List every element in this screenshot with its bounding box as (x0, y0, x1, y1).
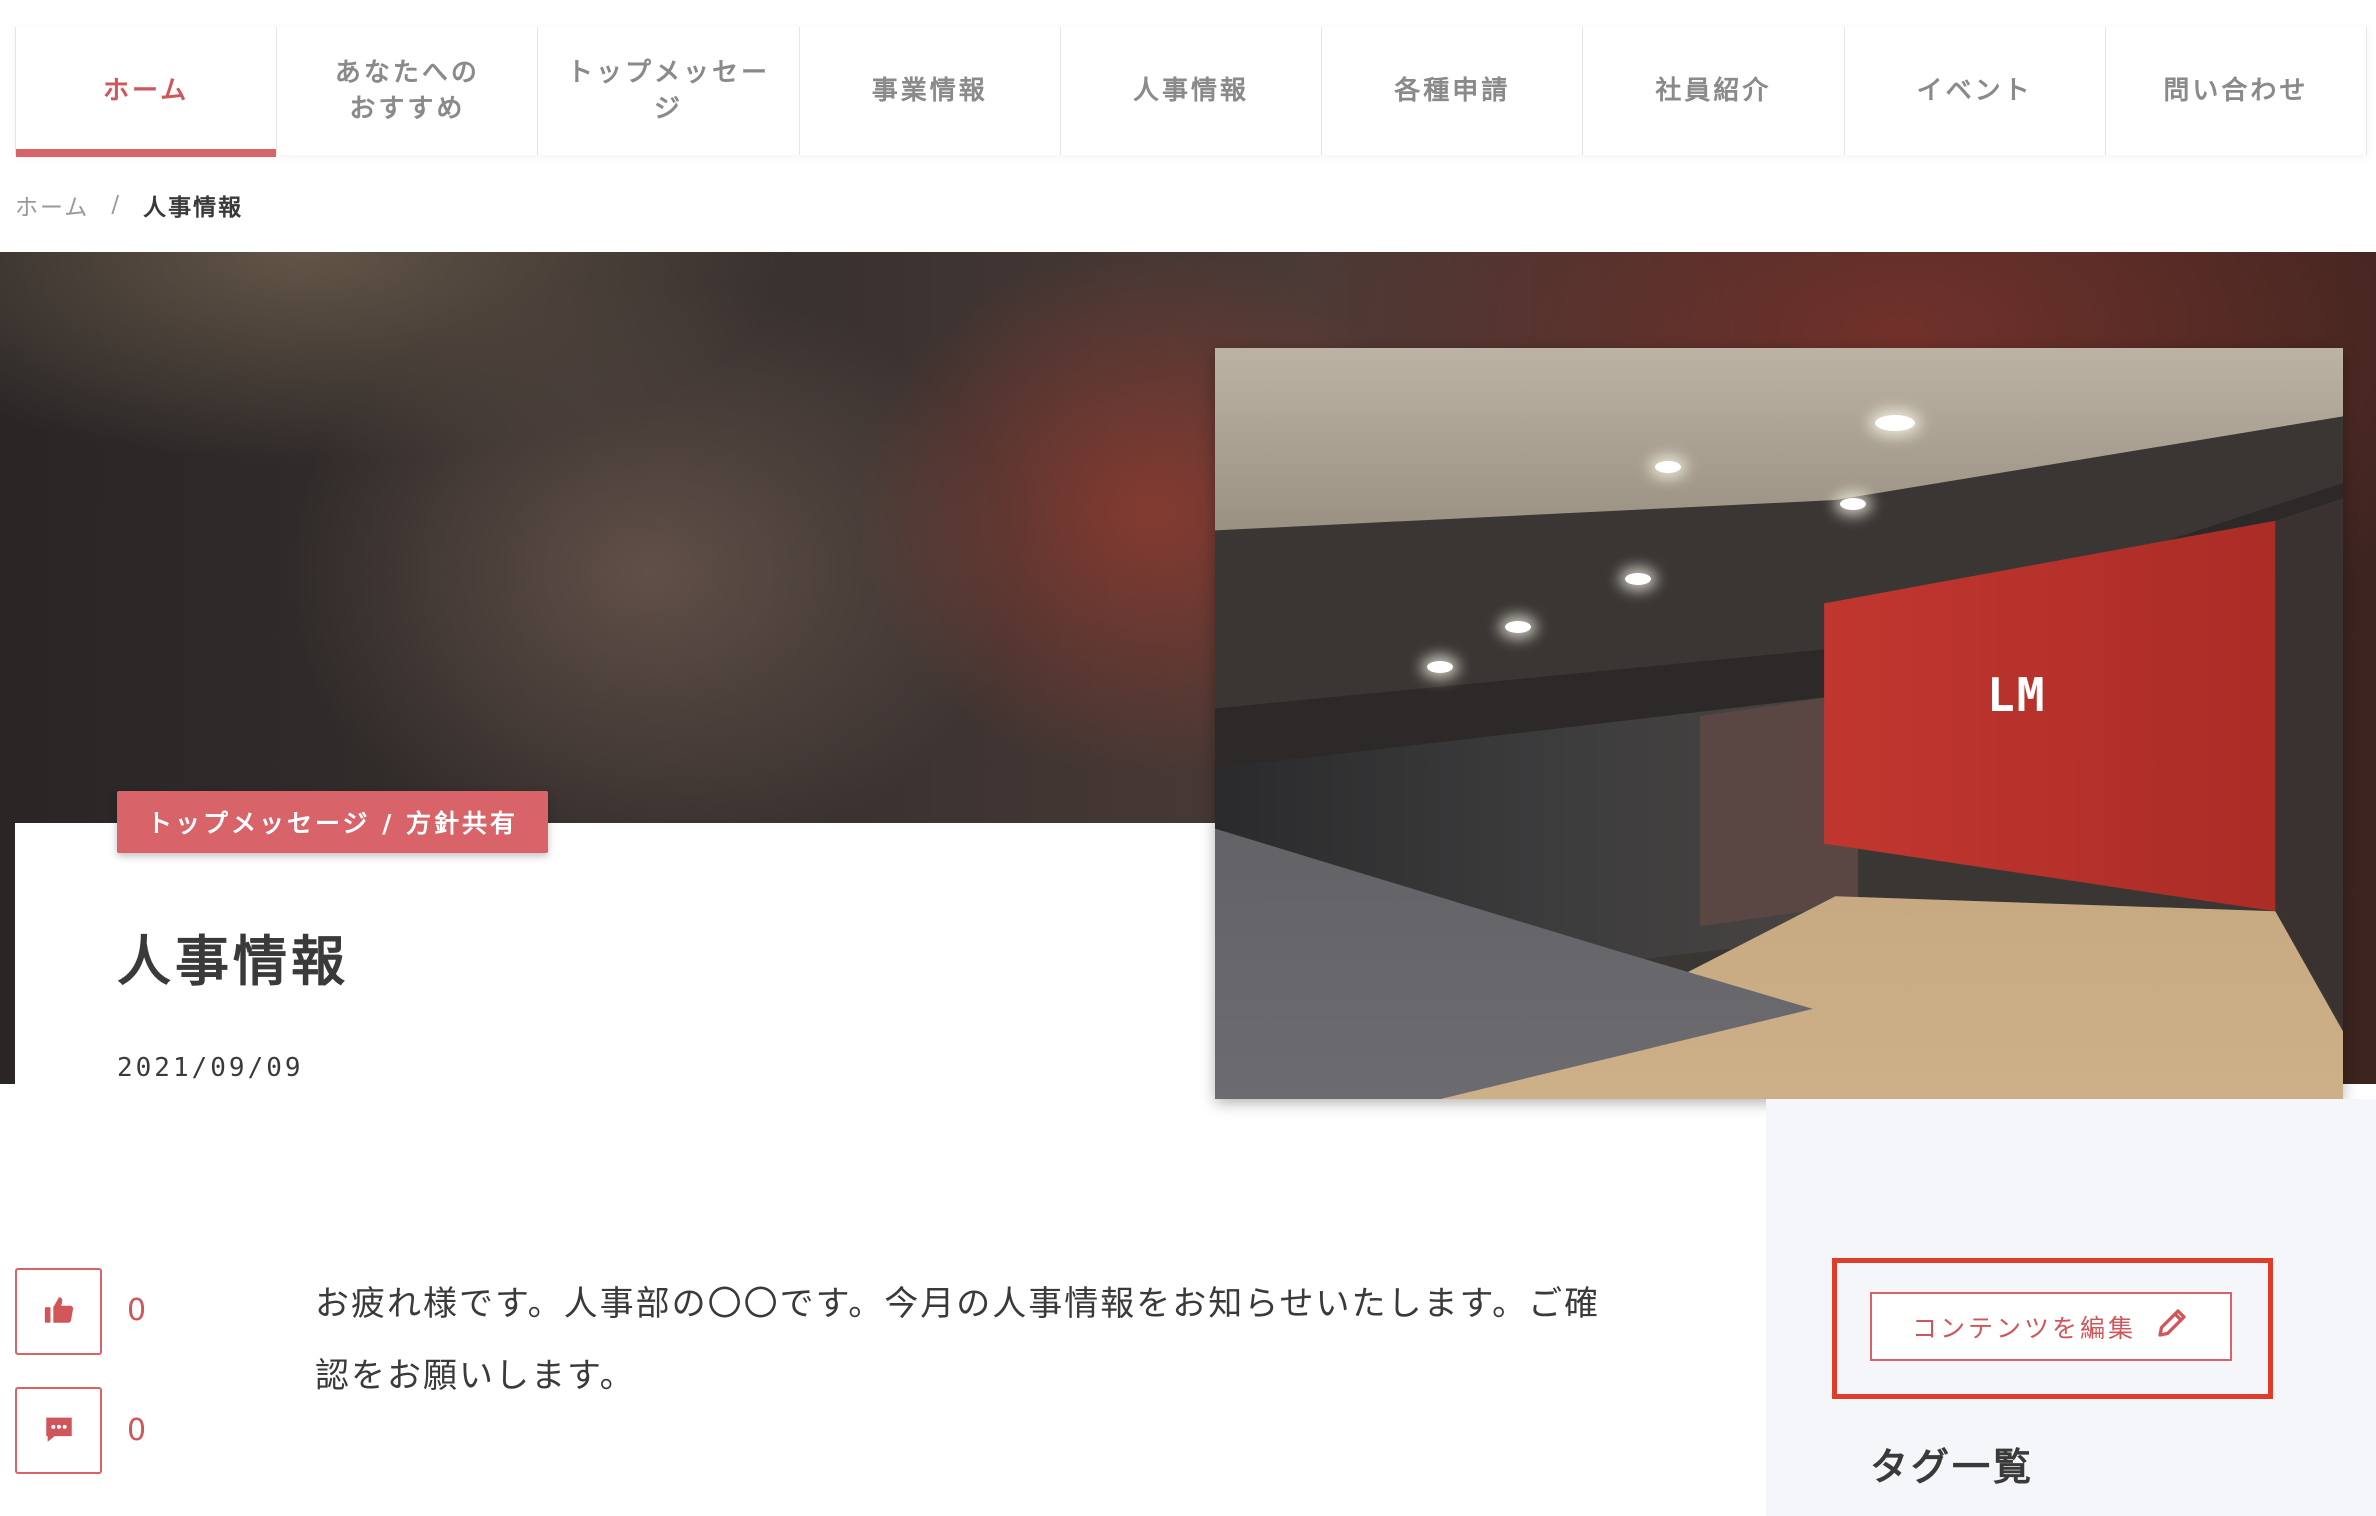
like-button[interactable] (15, 1268, 102, 1355)
article-body: お疲れ様です。人事部の〇〇です。今月の人事情報をお知らせいたします。ご確認をお願… (315, 1284, 1601, 1396)
edit-content-button[interactable]: コンテンツを編集 (1870, 1292, 2232, 1361)
edit-content-label: コンテンツを編集 (1911, 1314, 2136, 1343)
tag-list-heading: タグ一覧 (1870, 1445, 2035, 1489)
nav-item-home[interactable]: ホーム (16, 27, 278, 157)
hero-photo: LM (1215, 348, 2343, 1099)
comment-icon (42, 1412, 76, 1449)
post-date: 2021/09/09 (117, 1053, 304, 1083)
main-nav: ホーム あなたへの おすすめ トップメッセー ジ 事業情報 人事情報 各種申請 … (15, 27, 2367, 157)
like-count: 0 (127, 1293, 147, 1328)
nav-item-top-message[interactable]: トップメッセー ジ (538, 27, 800, 155)
breadcrumb-home-link[interactable]: ホーム (15, 188, 89, 222)
page-title: 人事情報 (117, 930, 349, 993)
nav-item-applications[interactable]: 各種申請 (1322, 27, 1584, 155)
breadcrumb: ホーム / 人事情報 (15, 188, 243, 222)
nav-item-business-info[interactable]: 事業情報 (800, 27, 1061, 155)
nav-item-hr-info[interactable]: 人事情報 (1061, 27, 1323, 155)
pencil-icon (2154, 1305, 2190, 1348)
photo-logo: LM (1987, 668, 2047, 722)
breadcrumb-separator: / (111, 192, 122, 218)
thumbs-up-icon (42, 1293, 76, 1330)
nav-item-staff-intro[interactable]: 社員紹介 (1583, 27, 1845, 155)
comment-count: 0 (127, 1413, 147, 1448)
nav-item-events[interactable]: イベント (1845, 27, 2106, 155)
nav-item-contact[interactable]: 問い合わせ (2106, 27, 2366, 155)
breadcrumb-current: 人事情報 (143, 195, 244, 221)
nav-item-recommended[interactable]: あなたへの おすすめ (277, 27, 539, 155)
category-tag[interactable]: トップメッセージ / 方針共有 (117, 791, 549, 853)
comment-button[interactable] (15, 1387, 102, 1474)
